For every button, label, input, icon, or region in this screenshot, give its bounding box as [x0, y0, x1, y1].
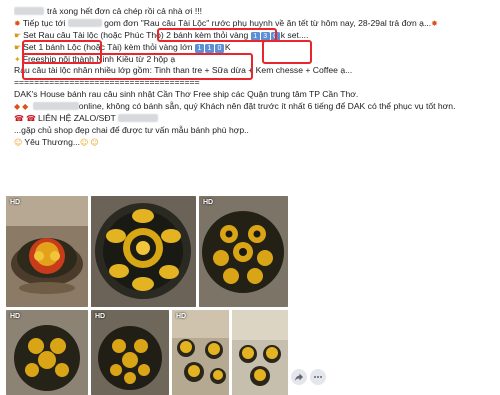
share-icon: [295, 373, 303, 381]
smile-icon: ☺: [90, 137, 99, 147]
post-line: trả xong hết đơn cả chép rồi cả nhà ơi !…: [14, 6, 490, 18]
redacted-text: [14, 7, 44, 15]
hd-badge: HD: [203, 199, 214, 206]
post-line: ☎ ☎ LIÊN HỆ ZALO/SĐT: [14, 113, 490, 125]
fish-icon: ◆: [22, 102, 29, 112]
photo[interactable]: HD: [172, 310, 229, 395]
photo[interactable]: HD: [91, 310, 169, 395]
share-button[interactable]: [291, 369, 307, 385]
post-line-text: rước phụ huynh về ăn tết từ hôm nay, 28-…: [209, 17, 432, 28]
fish-icon: ◆: [14, 102, 21, 112]
post-line: DAK's House bánh rau câu sinh nhật Cần T…: [14, 89, 490, 101]
hd-badge: HD: [176, 313, 187, 320]
hand-point-icon: ☛: [14, 42, 22, 52]
hd-badge: HD: [10, 199, 21, 206]
post-line: ◆ ◆ online, không có bánh sẵn, quý Khách …: [14, 101, 490, 113]
facebook-post: trả xong hết đơn cả chép rồi cả nhà ơi !…: [0, 0, 500, 395]
star-icon: ✸: [14, 18, 21, 28]
more-options-button[interactable]: [310, 369, 326, 385]
highlight-box: [22, 53, 253, 80]
more-icon: [314, 376, 322, 378]
contact-text: LIÊN HỆ ZALO/SĐT: [37, 113, 116, 124]
post-line-text: ...gặp chủ shop đẹp chai để được tư vấn …: [14, 124, 249, 135]
digit-box: 1: [194, 43, 204, 53]
hd-badge: HD: [10, 313, 21, 320]
phone-icon: ☎: [25, 114, 36, 124]
photo[interactable]: HD: [6, 196, 88, 307]
post-line-text: DAK's House bánh rau câu sinh nhật Cần T…: [14, 89, 359, 100]
photo[interactable]: [232, 310, 288, 395]
post-line-text: Tiếp tục tới: [22, 17, 66, 28]
phone-icon: ☎: [14, 114, 24, 124]
post-line-text: Set Rau câu Tài lộc: [23, 29, 99, 40]
redacted-text: [67, 18, 102, 27]
post-line-text: k set....: [280, 29, 309, 40]
hand-point-icon: ☛: [14, 30, 22, 40]
photo[interactable]: HD: [199, 196, 288, 307]
photo[interactable]: [91, 196, 196, 307]
product-name-quote: "Rau câu Tài Lộc": [140, 17, 210, 28]
post-line-text: trả xong hết đơn cả chép rồi cả nhà ơi !…: [47, 6, 203, 16]
smile-icon: ☺: [80, 137, 89, 147]
redacted-text: [118, 114, 159, 123]
post-line-text: Yêu Thương...: [24, 136, 81, 147]
post-line-text: K: [224, 41, 231, 52]
post-line: ☺ Yêu Thương...☺ ☺: [14, 137, 490, 149]
hd-badge: HD: [95, 313, 106, 320]
highlight-box: [157, 28, 277, 42]
post-line: ...gặp chủ shop đẹp chai để được tư vấn …: [14, 125, 490, 137]
photo-grid: HD HD HD HD HD: [6, 196, 500, 395]
flame-icon: ✦: [14, 54, 21, 64]
photo[interactable]: HD: [6, 310, 88, 395]
smile-icon: ☺: [14, 137, 23, 147]
post-line-text: online, không có bánh sẵn, quý Khách nên…: [78, 101, 456, 112]
digit-box: 1: [204, 43, 214, 53]
post-line-text: gom đơn: [104, 17, 141, 28]
redacted-text: [32, 102, 79, 111]
highlight-box: [262, 40, 312, 64]
star-icon: ✸: [431, 18, 438, 28]
digit-box: 0: [214, 43, 224, 53]
